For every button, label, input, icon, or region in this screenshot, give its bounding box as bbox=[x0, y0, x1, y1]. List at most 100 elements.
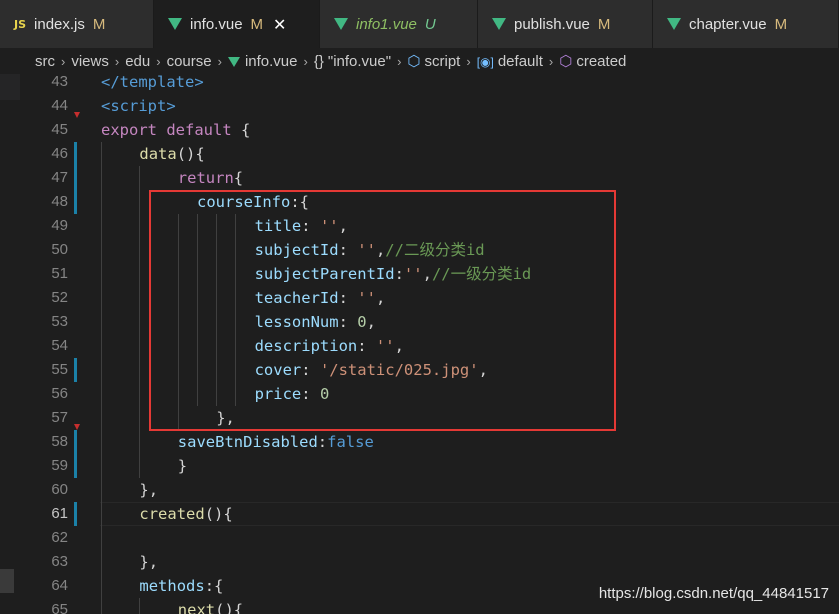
cube-icon: ⬡ bbox=[407, 53, 421, 70]
scrollbar-marker[interactable] bbox=[0, 569, 14, 593]
tab-label: info1.vue bbox=[356, 15, 417, 33]
git-status-badge: M bbox=[597, 15, 611, 33]
tab-label: index.js bbox=[34, 15, 85, 33]
line-number: 50 bbox=[51, 241, 68, 258]
code-line[interactable]: 46 data(){ bbox=[0, 142, 839, 166]
line-number: 46 bbox=[51, 145, 68, 162]
code-line[interactable]: 60}, bbox=[0, 478, 839, 502]
code-line[interactable]: 47 return{ bbox=[0, 166, 839, 190]
breadcrumb-folder[interactable]: views bbox=[71, 53, 109, 70]
code-line[interactable]: 62 bbox=[0, 526, 839, 550]
token-bool: false bbox=[327, 433, 374, 451]
tab-info-vue[interactable]: info.vue M ✕ bbox=[154, 0, 320, 48]
tab-label: info.vue bbox=[190, 15, 243, 33]
tab-info1-vue[interactable]: info1.vue U bbox=[320, 0, 478, 48]
code-line[interactable]: 45 export default { bbox=[0, 118, 839, 142]
git-status-badge: M bbox=[774, 15, 788, 33]
git-modified-marker bbox=[74, 190, 77, 214]
code-text: methods:{ bbox=[139, 574, 223, 598]
line-number: 61 bbox=[51, 505, 68, 522]
indent-guide bbox=[139, 214, 141, 238]
breadcrumb-object-label: "info.vue" bbox=[327, 52, 392, 70]
chevron-right-icon: › bbox=[61, 53, 66, 69]
code-text: data(){ bbox=[139, 142, 204, 166]
chevron-right-icon: › bbox=[217, 53, 222, 69]
token-kw2: return bbox=[177, 169, 234, 187]
token-prop: saveBtnDisabled bbox=[177, 433, 318, 451]
breadcrumb-script-label: script bbox=[424, 53, 461, 70]
line-number: 59 bbox=[51, 457, 68, 474]
tab-chapter-vue[interactable]: chapter.vue M bbox=[653, 0, 839, 48]
vue-file-icon bbox=[168, 18, 182, 30]
vue-file-icon bbox=[227, 56, 240, 67]
line-number: 53 bbox=[51, 313, 68, 330]
chevron-right-icon: › bbox=[466, 53, 471, 69]
line-number: 47 bbox=[51, 169, 68, 186]
breadcrumb-file[interactable]: info.vue bbox=[227, 53, 298, 70]
line-number: 58 bbox=[51, 433, 68, 450]
line-number: 43 bbox=[51, 73, 68, 90]
indent-guide bbox=[101, 262, 102, 286]
code-text: return{ bbox=[178, 166, 243, 190]
code-line[interactable]: 58 saveBtnDisabled:false bbox=[0, 430, 839, 454]
line-number: 56 bbox=[51, 385, 68, 402]
token-punc: (){ bbox=[176, 145, 205, 163]
code-line[interactable]: 63}, bbox=[0, 550, 839, 574]
breadcrumb-object[interactable]: {} "info.vue" bbox=[314, 53, 391, 70]
line-number: 62 bbox=[51, 529, 68, 546]
indent-guide bbox=[139, 286, 141, 310]
code-line[interactable]: 44 <script> bbox=[0, 94, 839, 118]
token-punc: }, bbox=[139, 481, 159, 499]
line-number: 60 bbox=[51, 481, 68, 498]
token-kw2: export bbox=[101, 121, 157, 139]
breadcrumb-default[interactable]: [◉] default bbox=[477, 53, 543, 70]
indent-guide bbox=[101, 142, 102, 166]
chevron-right-icon: › bbox=[397, 53, 402, 69]
code-line[interactable]: 43 </template> bbox=[0, 70, 839, 94]
chevron-right-icon: › bbox=[303, 53, 308, 69]
token-tag: </template> bbox=[101, 73, 204, 91]
token-fn: next bbox=[177, 601, 216, 614]
indent-guide bbox=[139, 310, 141, 334]
braces-icon: {} bbox=[313, 52, 324, 70]
code-text: </template> bbox=[101, 70, 204, 94]
line-number: 48 bbox=[51, 193, 68, 210]
token-punc: (){ bbox=[204, 505, 233, 523]
tab-label: chapter.vue bbox=[689, 15, 767, 33]
indent-guide bbox=[101, 286, 102, 310]
close-icon[interactable]: ✕ bbox=[273, 15, 286, 34]
indent-guide bbox=[139, 382, 141, 406]
git-modified-marker bbox=[74, 454, 77, 478]
breadcrumb-folder[interactable]: edu bbox=[125, 53, 150, 70]
breadcrumb-folder[interactable]: src bbox=[35, 53, 55, 70]
git-modified-marker bbox=[74, 430, 77, 454]
code-line[interactable]: 59} bbox=[0, 454, 839, 478]
line-number: 52 bbox=[51, 289, 68, 306]
token-tag: <script> bbox=[101, 97, 176, 115]
code-line[interactable]: 61 created(){ bbox=[0, 502, 839, 526]
vue-file-icon bbox=[492, 18, 506, 30]
token-punc: }, bbox=[139, 553, 159, 571]
line-number: 44 bbox=[51, 97, 68, 114]
indent-guide bbox=[101, 310, 102, 334]
breadcrumb-method[interactable]: ⬡ created bbox=[559, 52, 626, 70]
tab-index-js[interactable]: JS index.js M bbox=[0, 0, 154, 48]
indent-guide bbox=[101, 190, 102, 214]
git-modified-marker bbox=[74, 358, 77, 382]
fold-marker-icon[interactable] bbox=[74, 424, 80, 430]
line-number: 49 bbox=[51, 217, 68, 234]
breadcrumb-folder[interactable]: course bbox=[167, 53, 212, 70]
tab-publish-vue[interactable]: publish.vue M bbox=[478, 0, 653, 48]
fold-marker-icon[interactable] bbox=[74, 112, 80, 118]
indent-guide bbox=[101, 502, 102, 526]
code-text: }, bbox=[139, 550, 158, 574]
line-number: 55 bbox=[51, 361, 68, 378]
line-number: 54 bbox=[51, 337, 68, 354]
git-modified-marker bbox=[74, 502, 77, 526]
indent-guide bbox=[139, 190, 141, 214]
code-text: next(){ bbox=[178, 598, 243, 614]
highlight-box bbox=[149, 190, 616, 431]
watermark-text: https://blog.csdn.net/qq_44841517 bbox=[598, 585, 829, 602]
indent-guide bbox=[101, 358, 102, 382]
breadcrumb-script[interactable]: ⬡ script bbox=[407, 52, 460, 70]
